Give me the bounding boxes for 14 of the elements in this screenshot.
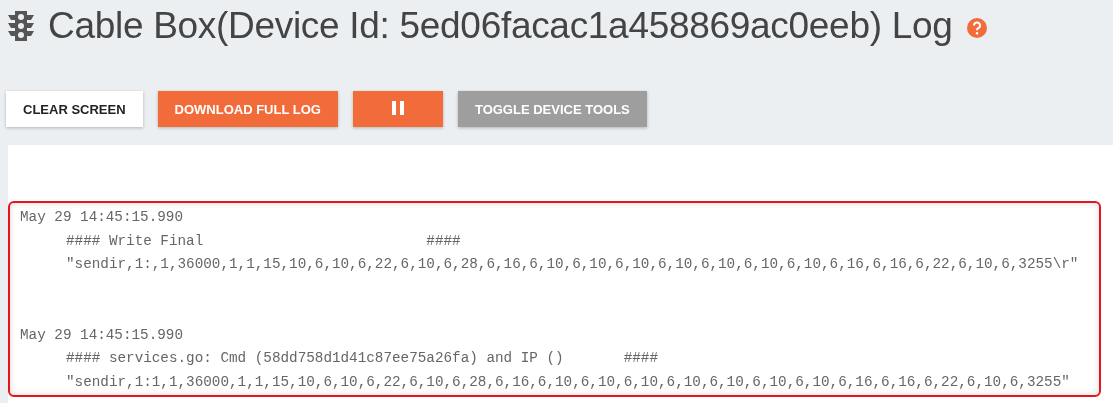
help-icon[interactable] xyxy=(966,18,987,38)
traffic-light-icon xyxy=(8,11,34,41)
pause-button[interactable] xyxy=(352,91,443,127)
toggle-button[interactable]: TOGGLE DEVICE TOOLS xyxy=(457,91,647,127)
page-title: Cable Box(Device Id: 5ed06facac1a458869ac0eeb) Log xyxy=(48,5,953,47)
log-timestamp: May 29 14:45:15.990 xyxy=(20,208,184,227)
pause-icon xyxy=(391,100,404,115)
clear-button[interactable]: CLEAR SCREEN xyxy=(6,91,143,127)
log-line: "sendir,1:,1,36000,1,1,15,10,6,10,6,22,6,10,6,28,6,16,6,10,6,10,6,10,6,10,6,10,6,10,6,10,6,16,6,16,6,22,6,10,6,3255\r" xyxy=(65,255,1080,274)
download-button[interactable]: DOWNLOAD FULL LOG xyxy=(157,91,338,127)
log-timestamp: May 29 14:45:15.990 xyxy=(20,325,184,345)
log-line: #### services.go: Cmd (58dd758d1d41c87ee75a26fa) and IP () #### xyxy=(65,349,659,368)
log-line: #### Write Final #### xyxy=(65,231,462,251)
log-line: "sendir,1:1,1,36000,1,1,15,10,6,10,6,22,6,10,6,28,6,16,6,10,6,10,6,10,6,10,6,10,6,10,6,10,6,16,6,16,6,22,6,10,6,3255" xyxy=(65,372,1071,392)
